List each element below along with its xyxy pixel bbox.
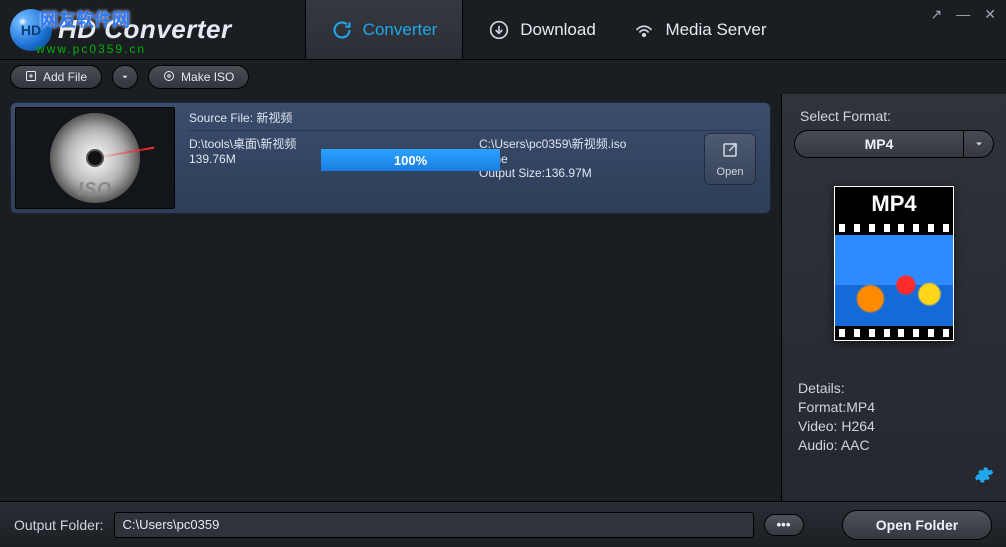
close-icon[interactable]: ✕ xyxy=(984,6,996,23)
tab-label: Converter xyxy=(363,20,438,40)
refresh-icon xyxy=(331,19,353,41)
footer: Output Folder: ••• Open Folder xyxy=(0,501,1006,547)
overlay-cn-text: 网友软件网 xyxy=(40,6,130,32)
main-area: ISO Source File: 新视频 D:\tools\桌面\新视频 139… xyxy=(0,94,1006,501)
open-external-icon xyxy=(721,141,739,164)
toolbar: Add File Make ISO xyxy=(0,60,1006,94)
chevron-down-icon xyxy=(963,131,993,157)
make-iso-button[interactable]: Make ISO xyxy=(148,65,249,89)
open-output-button[interactable]: Open xyxy=(704,133,756,185)
thumb-iso-label: ISO xyxy=(16,179,174,200)
select-format-label: Select Format: xyxy=(800,108,994,124)
job-list: ISO Source File: 新视频 D:\tools\桌面\新视频 139… xyxy=(0,94,781,501)
format-dropdown[interactable]: MP4 xyxy=(794,130,994,158)
overlay-url-text: www.pc0359.cn xyxy=(36,42,146,56)
open-label: Open xyxy=(717,166,744,178)
output-folder-input[interactable] xyxy=(114,512,754,538)
source-file-prefix: Source File: xyxy=(189,111,253,125)
add-file-dropdown[interactable] xyxy=(112,65,138,89)
gear-icon xyxy=(974,465,994,485)
source-file-name: 新视频 xyxy=(256,111,292,125)
format-details: Details: Format:MP4 Video: H264 Audio: A… xyxy=(794,379,994,455)
popout-icon[interactable]: ↗ xyxy=(931,6,943,23)
ellipsis-icon: ••• xyxy=(777,517,791,532)
header: HD 网友软件网 HD Converter www.pc0359.cn Conv… xyxy=(0,0,1006,60)
filmstrip-icon xyxy=(835,221,953,235)
download-icon xyxy=(488,19,510,41)
format-card-label: MP4 xyxy=(835,187,953,221)
details-heading: Details: xyxy=(798,379,994,398)
format-preview-card: MP4 xyxy=(834,186,954,341)
tab-download[interactable]: Download xyxy=(463,0,621,59)
details-audio: Audio: AAC xyxy=(798,436,994,455)
filmstrip-icon xyxy=(835,326,953,340)
tab-converter[interactable]: Converter xyxy=(305,0,463,59)
progress-bar: 100% xyxy=(321,149,500,171)
wifi-icon xyxy=(633,19,655,41)
settings-button[interactable] xyxy=(974,465,994,491)
details-video: Video: H264 xyxy=(798,417,994,436)
plus-icon xyxy=(25,70,37,85)
progress-text: 100% xyxy=(394,153,427,168)
tab-label: Media Server xyxy=(665,20,766,40)
main-tabs: Converter Download Media Server xyxy=(305,0,926,59)
format-card-image xyxy=(835,235,953,326)
window-controls: ↗ — ✕ xyxy=(926,0,1006,59)
job-thumbnail: ISO xyxy=(15,107,175,209)
details-format: Format:MP4 xyxy=(798,398,994,417)
disc-icon xyxy=(163,70,175,85)
browse-button[interactable]: ••• xyxy=(764,514,804,536)
format-selected: MP4 xyxy=(795,136,963,152)
chevron-down-icon xyxy=(120,72,130,82)
open-folder-button[interactable]: Open Folder xyxy=(842,510,992,540)
add-file-label: Add File xyxy=(43,70,87,84)
tab-media-server[interactable]: Media Server xyxy=(621,0,779,59)
minimize-icon[interactable]: — xyxy=(956,6,970,22)
input-size: 139.76M xyxy=(189,152,319,166)
tab-label: Download xyxy=(520,20,596,40)
output-folder-label: Output Folder: xyxy=(14,517,104,533)
open-folder-label: Open Folder xyxy=(876,517,958,533)
job-card[interactable]: ISO Source File: 新视频 D:\tools\桌面\新视频 139… xyxy=(10,102,771,214)
format-panel: Select Format: MP4 MP4 Details: Format:M… xyxy=(781,94,1006,501)
progress-fill: 100% xyxy=(321,149,500,171)
input-path: D:\tools\桌面\新视频 xyxy=(189,135,319,152)
add-file-button[interactable]: Add File xyxy=(10,65,102,89)
job-info: Source File: 新视频 D:\tools\桌面\新视频 139.76M… xyxy=(179,103,770,213)
make-iso-label: Make ISO xyxy=(181,70,234,84)
output-size: 136.97M xyxy=(545,166,592,180)
app-logo: HD 网友软件网 HD Converter www.pc0359.cn xyxy=(0,0,305,59)
